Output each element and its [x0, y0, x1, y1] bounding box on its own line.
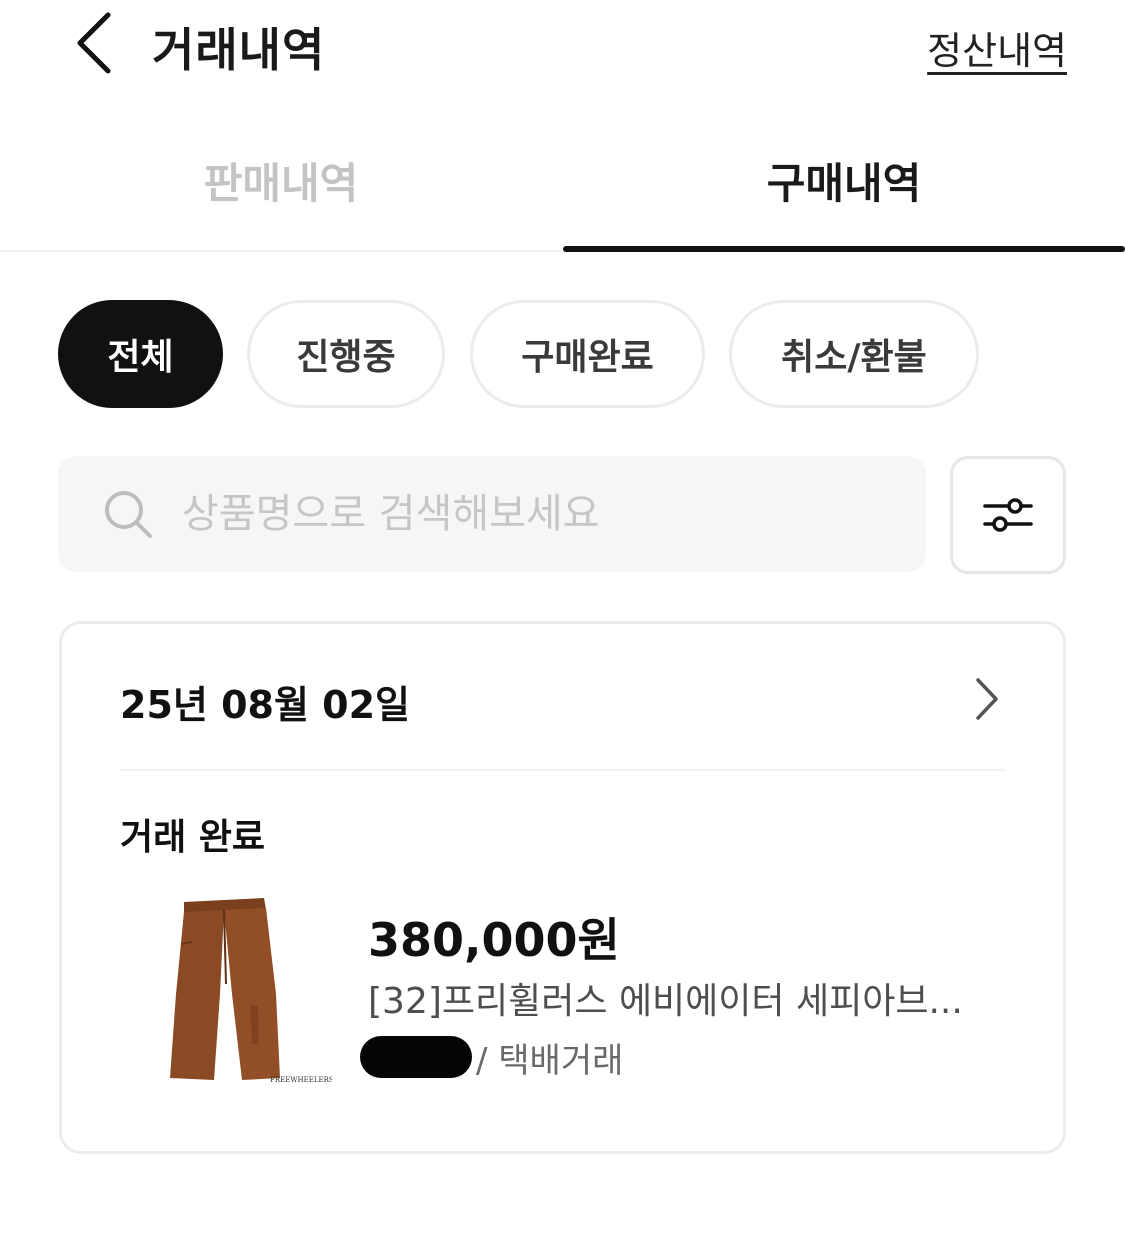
search-bar: [58, 456, 926, 572]
filter-chip-in-progress[interactable]: 진행중: [247, 300, 445, 408]
card-divider: [120, 769, 1006, 771]
app-header: 거래내역 정산내역: [0, 0, 1125, 95]
redacted-seller-name: [360, 1036, 472, 1078]
back-button[interactable]: [62, 8, 122, 78]
transaction-date: 25년 08월 02일: [120, 683, 410, 727]
sliders-icon: [983, 498, 1033, 532]
pants-image: FREEWHEELERS & COMPANY: [170, 898, 383, 1084]
product-price: 380,000원: [368, 913, 620, 967]
tab-bar: 판매내역 구매내역: [0, 110, 1125, 252]
tab-sales-history[interactable]: 판매내역: [0, 110, 562, 250]
tab-purchase-history[interactable]: 구매내역: [563, 110, 1125, 250]
page-title: 거래내역: [152, 23, 326, 77]
settlement-link[interactable]: 정산내역: [927, 20, 1067, 75]
search-icon: [105, 491, 152, 538]
chevron-left-icon: [77, 12, 111, 74]
product-name[interactable]: [32]프리휠러스 에비에이터 세피아브...: [368, 972, 1008, 1024]
delivery-method: / 택배거래: [476, 1040, 624, 1081]
filter-chip-cancel-refund[interactable]: 취소/환불: [729, 300, 979, 408]
chevron-right-icon: [976, 678, 998, 720]
active-tab-indicator: [563, 246, 1125, 252]
transaction-status: 거래 완료: [120, 817, 266, 858]
transaction-meta: / 택배거래: [360, 1032, 623, 1082]
filter-chip-all[interactable]: 전체: [58, 300, 223, 408]
transaction-date-row[interactable]: 25년 08월 02일: [62, 624, 1063, 770]
transaction-card: 25년 08월 02일 거래 완료 FREEWHEELERS & COMPANY…: [59, 621, 1066, 1154]
search-input[interactable]: [182, 491, 882, 537]
filter-settings-button[interactable]: [950, 456, 1066, 574]
product-thumbnail[interactable]: FREEWHEELERS & COMPANY: [162, 884, 383, 1094]
filter-chip-purchase-complete[interactable]: 구매완료: [470, 300, 705, 408]
brand-label: FREEWHEELERS & COMPANY: [270, 1076, 332, 1084]
